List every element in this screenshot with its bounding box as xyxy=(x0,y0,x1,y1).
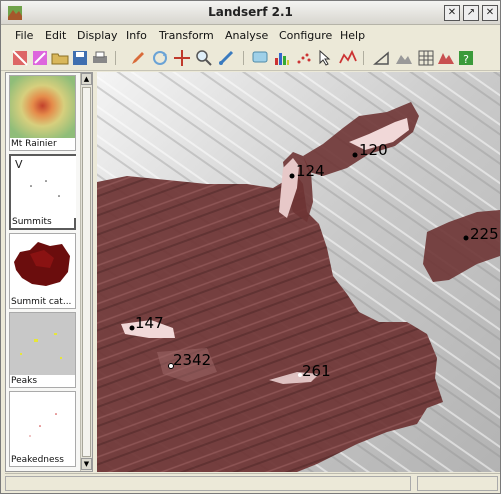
menu-file[interactable]: File xyxy=(15,29,33,42)
peakedness-preview xyxy=(10,392,75,454)
terrain-icon[interactable] xyxy=(395,49,413,67)
title-bar: Landserf 2.1 ✕ ↗ ✕ xyxy=(1,1,500,25)
status-message-field xyxy=(5,476,411,491)
status-bar xyxy=(5,473,500,492)
menu-bar: File Edit Display Info Transform Analyse… xyxy=(1,25,500,45)
map-view[interactable]: 120 124 225 147 2342 261 xyxy=(97,72,500,472)
summit-label-225: 225 xyxy=(470,225,499,243)
thumbnail-peakedness[interactable]: Peakedness xyxy=(9,391,76,467)
summit-label-2342: 2342 xyxy=(173,351,211,369)
raster-thumbnail-panel: Mt Rainier V Summits Summit cat... Peaks xyxy=(5,72,93,472)
summit-point-147[interactable] xyxy=(129,325,135,331)
new-vector-icon[interactable] xyxy=(31,49,49,67)
peaks-icon[interactable] xyxy=(437,49,455,67)
mt-rainier-preview xyxy=(10,76,75,138)
crosshair-icon[interactable] xyxy=(173,49,191,67)
thumbnail-peaks[interactable]: Peaks xyxy=(9,312,76,388)
slope-icon[interactable] xyxy=(373,49,391,67)
summit-label-120: 120 xyxy=(359,141,388,159)
new-raster-icon[interactable] xyxy=(11,49,29,67)
save-icon[interactable] xyxy=(71,49,89,67)
thumbnail-summit-catchments[interactable]: Summit cat... xyxy=(9,233,76,309)
print-icon[interactable] xyxy=(91,49,109,67)
summits-preview-text: V xyxy=(15,158,23,171)
menu-help[interactable]: Help xyxy=(340,29,365,42)
menu-edit[interactable]: Edit xyxy=(45,29,66,42)
status-info-field xyxy=(417,476,498,491)
landserf-window: Landserf 2.1 ✕ ↗ ✕ File Edit Display Inf… xyxy=(0,0,501,494)
pan-icon[interactable] xyxy=(217,49,235,67)
thumbnail-label: Summits xyxy=(12,217,52,227)
maximize-button[interactable]: ↗ xyxy=(463,5,479,21)
sidebar-scrollbar[interactable]: ▲ ▼ xyxy=(80,73,92,471)
menu-configure[interactable]: Configure xyxy=(279,29,332,42)
help-icon[interactable]: ? xyxy=(457,49,475,67)
histogram-icon[interactable] xyxy=(273,49,291,67)
thumbnail-label: Peaks xyxy=(11,376,38,386)
close-button[interactable]: ✕ xyxy=(482,5,498,21)
summit-point-124[interactable] xyxy=(289,173,295,179)
svg-text:?: ? xyxy=(463,53,469,66)
summit-catchments-preview xyxy=(10,234,75,296)
toolbar: ? xyxy=(1,45,500,71)
summit-label-124: 124 xyxy=(296,162,325,180)
rotate-icon[interactable] xyxy=(151,49,169,67)
summit-label-261: 261 xyxy=(302,362,331,380)
scroll-down-arrow-icon[interactable]: ▼ xyxy=(81,458,92,470)
thumbnail-label: Summit cat... xyxy=(11,297,72,307)
summit-label-147: 147 xyxy=(135,314,164,332)
pencil-icon[interactable] xyxy=(129,49,147,67)
grid-icon[interactable] xyxy=(417,49,435,67)
thumbnail-label: Mt Rainier xyxy=(11,139,57,149)
menu-analyse[interactable]: Analyse xyxy=(225,29,268,42)
summit-point-225[interactable] xyxy=(463,235,469,241)
thumbnail-label: Peakedness xyxy=(11,455,64,465)
scatter-icon[interactable] xyxy=(295,49,313,67)
peaks-preview xyxy=(10,313,75,375)
scroll-thumb[interactable] xyxy=(82,87,91,457)
open-folder-icon[interactable] xyxy=(51,49,69,67)
scroll-up-arrow-icon[interactable]: ▲ xyxy=(81,73,92,85)
menu-info[interactable]: Info xyxy=(126,29,147,42)
thumbnail-mt-rainier[interactable]: Mt Rainier xyxy=(9,75,76,151)
window-title: Landserf 2.1 xyxy=(208,5,293,19)
query-cursor-icon[interactable] xyxy=(317,49,335,67)
menu-transform[interactable]: Transform xyxy=(159,29,214,42)
zoom-icon[interactable] xyxy=(195,49,213,67)
thumbnail-summits[interactable]: V Summits xyxy=(9,154,76,230)
minimize-button[interactable]: ✕ xyxy=(444,5,460,21)
profile-icon[interactable] xyxy=(339,49,357,67)
menu-display[interactable]: Display xyxy=(77,29,118,42)
summit-point-120[interactable] xyxy=(352,152,358,158)
comment-icon[interactable] xyxy=(251,49,269,67)
hillshade-map: 120 124 225 147 2342 261 xyxy=(97,72,500,472)
